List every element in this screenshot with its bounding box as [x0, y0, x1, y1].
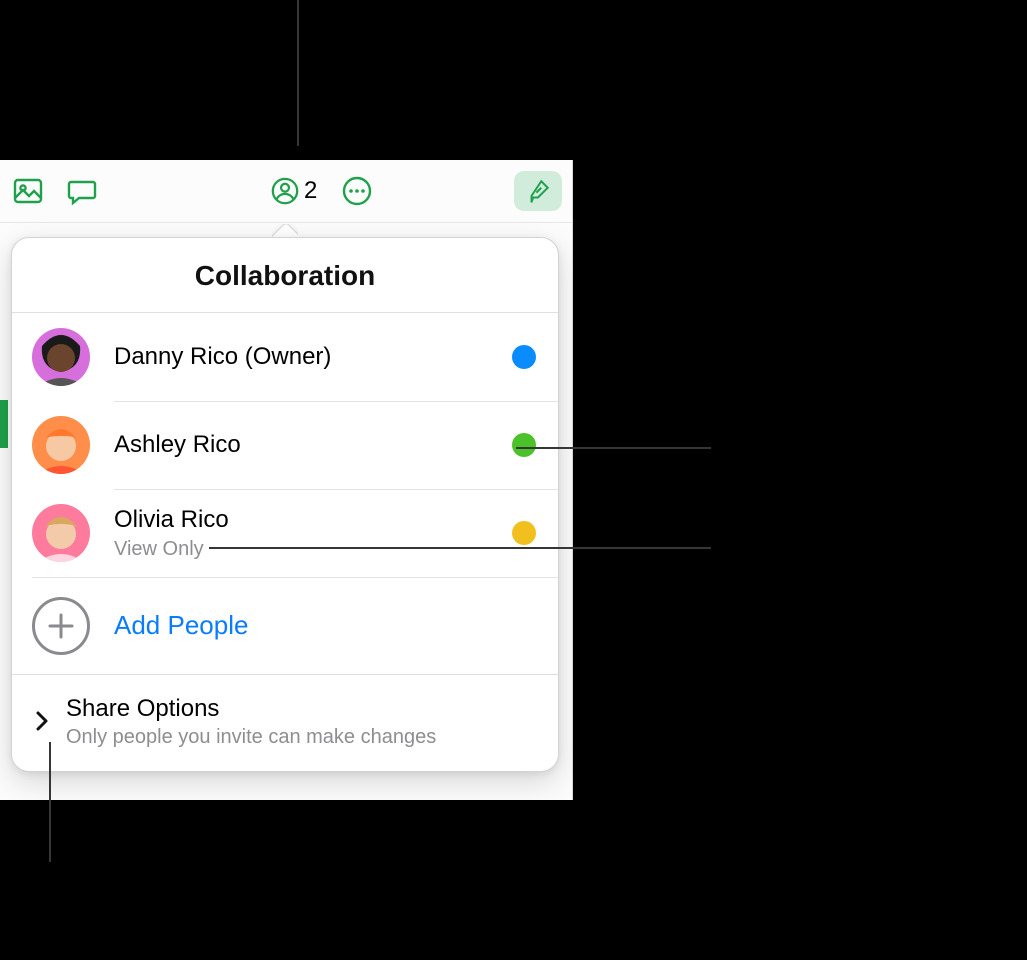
collaboration-button[interactable]: 2 — [270, 176, 317, 206]
callout-line — [49, 742, 51, 862]
chevron-right-icon — [30, 709, 54, 733]
more-icon[interactable] — [339, 173, 375, 209]
format-brush-button[interactable] — [514, 171, 562, 211]
callout-line — [516, 447, 711, 449]
bg-decoration — [0, 400, 8, 448]
person-circle-icon — [270, 176, 300, 206]
person-name: Danny Rico (Owner) — [114, 342, 498, 372]
share-options-title: Share Options — [66, 693, 436, 724]
presence-dot — [512, 345, 536, 369]
comment-icon[interactable] — [64, 173, 100, 209]
popover-arrow — [272, 224, 298, 238]
share-options-subtitle: Only people you invite can make changes — [66, 726, 436, 749]
plus-circle-icon — [32, 597, 90, 655]
avatar — [32, 504, 90, 562]
collaboration-popover: Collaboration Danny Rico (Owner) — [11, 237, 559, 772]
presence-dot — [512, 433, 536, 457]
share-options-row[interactable]: Share Options Only people you invite can… — [12, 675, 558, 771]
person-row[interactable]: Danny Rico (Owner) — [12, 313, 558, 401]
person-sub: View Only — [114, 537, 498, 561]
avatar — [32, 416, 90, 474]
avatar — [32, 328, 90, 386]
presence-dot — [512, 521, 536, 545]
person-row[interactable]: Olivia Rico View Only — [12, 489, 558, 577]
person-name: Ashley Rico — [114, 430, 498, 460]
callout-line — [209, 547, 711, 549]
image-icon[interactable] — [10, 173, 46, 209]
add-people-row[interactable]: Add People — [12, 577, 558, 675]
add-people-label: Add People — [114, 610, 248, 641]
toolbar: 2 — [0, 160, 572, 223]
collab-count: 2 — [304, 177, 317, 205]
popover-title: Collaboration — [12, 238, 558, 313]
person-row[interactable]: Ashley Rico — [12, 401, 558, 489]
paintbrush-icon — [525, 178, 551, 204]
person-name: Olivia Rico — [114, 505, 498, 535]
callout-line — [297, 0, 299, 146]
people-list: Danny Rico (Owner) Ashley Rico — [12, 313, 558, 771]
